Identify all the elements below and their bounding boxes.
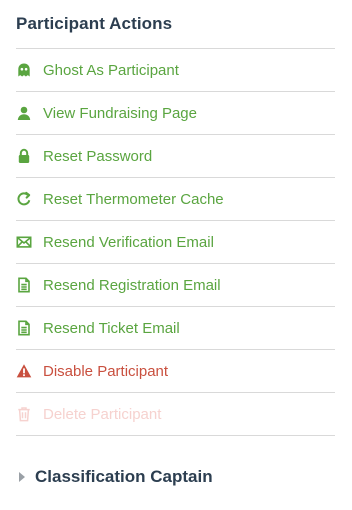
- envelope-icon: [16, 234, 32, 250]
- view-fundraising-page-action[interactable]: View Fundraising Page: [16, 92, 335, 135]
- reset-thermometer-cache-action[interactable]: Reset Thermometer Cache: [16, 178, 335, 221]
- user-icon: [16, 105, 32, 121]
- action-label: Resend Registration Email: [43, 276, 221, 294]
- refresh-icon: [16, 191, 32, 207]
- delete-participant-action: Delete Participant: [16, 393, 335, 436]
- action-label: Resend Verification Email: [43, 233, 214, 251]
- section-label[interactable]: Classification Captain: [35, 467, 213, 487]
- action-label: Reset Password: [43, 147, 153, 165]
- action-label: Ghost As Participant: [43, 61, 179, 79]
- trash-icon: [16, 406, 32, 422]
- resend-registration-email-action[interactable]: Resend Registration Email: [16, 264, 335, 307]
- action-label: Disable Participant: [43, 362, 169, 380]
- action-label: Delete Participant: [43, 405, 162, 423]
- document-icon: [16, 320, 32, 336]
- resend-ticket-email-action[interactable]: Resend Ticket Email: [16, 307, 335, 350]
- classification-captain-section[interactable]: Classification Captain: [16, 467, 213, 487]
- lock-icon: [16, 148, 32, 164]
- caret-right-icon[interactable]: [19, 472, 25, 482]
- actions-list: Ghost As Participant View Fundraising Pa…: [16, 49, 335, 436]
- action-label: Reset Thermometer Cache: [43, 190, 224, 208]
- ghost-as-participant-action[interactable]: Ghost As Participant: [16, 49, 335, 92]
- ghost-icon: [16, 62, 32, 78]
- action-label: View Fundraising Page: [43, 104, 197, 122]
- action-label: Resend Ticket Email: [43, 319, 180, 337]
- participant-actions-panel: Participant Actions Ghost As Participant: [0, 0, 352, 510]
- panel-title: Participant Actions: [16, 14, 173, 33]
- document-icon: [16, 277, 32, 293]
- warning-icon: [16, 363, 32, 379]
- reset-password-action[interactable]: Reset Password: [16, 135, 335, 178]
- disable-participant-action[interactable]: Disable Participant: [16, 350, 335, 393]
- resend-verification-email-action[interactable]: Resend Verification Email: [16, 221, 335, 264]
